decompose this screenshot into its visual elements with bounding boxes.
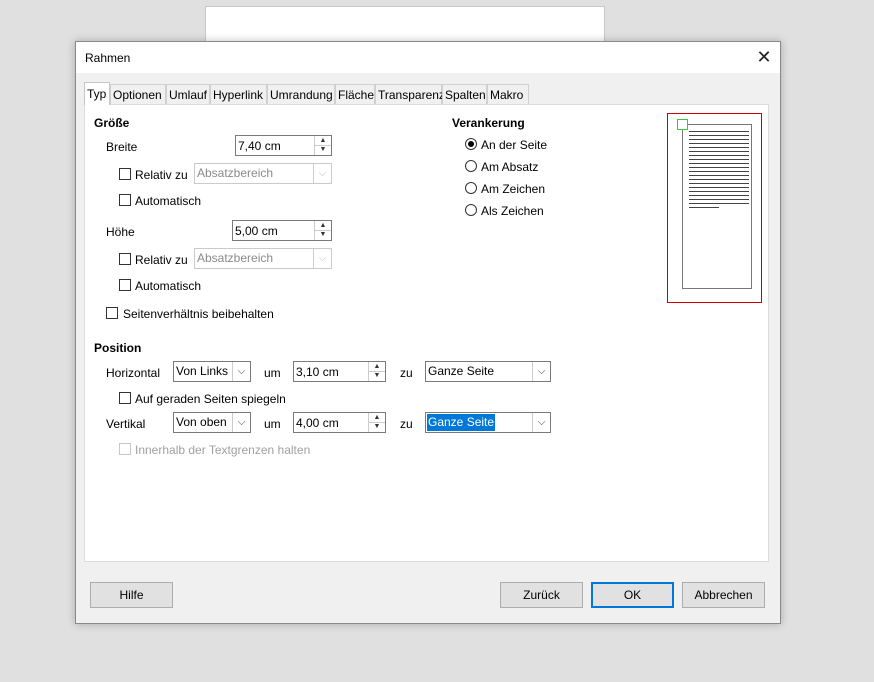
mirror-label: Auf geraden Seiten spiegeln	[135, 392, 286, 406]
dialog-title: Rahmen	[85, 51, 131, 65]
tab-optionen[interactable]: Optionen	[110, 84, 166, 104]
width-relative-label: Relativ zu	[135, 168, 188, 182]
chevron-down-icon: ⌵	[313, 164, 331, 183]
width-relative-select: Absatzbereich ⌵	[194, 163, 332, 184]
title-bar: Rahmen ✕	[76, 42, 780, 73]
horizontal-select[interactable]: Von Links ⌵	[173, 361, 251, 382]
horizontal-to-label: zu	[400, 366, 413, 380]
vertical-down-icon[interactable]: ▼	[369, 422, 385, 431]
horizontal-by-label: um	[264, 366, 281, 380]
horizontal-value: Von Links	[176, 364, 229, 378]
tab-makro[interactable]: Makro	[487, 84, 529, 104]
anchor-paragraph-label: Am Absatz	[481, 160, 539, 174]
follow-text-label: Innerhalb der Textgrenzen halten	[135, 443, 311, 457]
tab-typ[interactable]: Typ	[84, 82, 110, 105]
vertical-to-value: Ganze Seite	[427, 414, 496, 431]
ok-button[interactable]: OK	[591, 582, 674, 608]
anchor-paragraph-radio[interactable]	[465, 160, 477, 172]
horizontal-label: Horizontal	[106, 366, 161, 380]
help-button[interactable]: Hilfe	[90, 582, 173, 608]
vertical-label: Vertikal	[106, 417, 146, 431]
tab-panel-typ: Größe Breite 7,40 cm ▲ ▼ Relativ zu Absat…	[84, 104, 769, 562]
tab-spalten[interactable]: Spalten	[442, 84, 487, 104]
mirror-checkbox[interactable]	[119, 392, 131, 404]
frame-dialog: Rahmen ✕ Typ Optionen Umlauf Hyperlink U…	[75, 41, 781, 624]
horizontal-to-value: Ganze Seite	[428, 364, 495, 378]
tab-flaeche[interactable]: Fläche	[335, 84, 375, 104]
height-relative-label: Relativ zu	[135, 253, 188, 267]
width-down-icon[interactable]: ▼	[315, 145, 331, 154]
horizontal-by-spinbox[interactable]: 3,10 cm ▲ ▼	[293, 361, 386, 382]
anchor-marker-icon	[677, 119, 688, 130]
height-down-icon[interactable]: ▼	[315, 230, 331, 239]
tab-transparenz[interactable]: Transparenz	[375, 84, 445, 104]
tab-umlauf[interactable]: Umlauf	[166, 84, 210, 104]
width-auto-checkbox[interactable]	[119, 194, 131, 206]
vertical-by-value: 4,00 cm	[296, 416, 339, 430]
width-relative-checkbox[interactable]	[119, 168, 131, 180]
follow-text-checkbox	[119, 443, 131, 455]
vertical-to-select[interactable]: Ganze Seite ⌵	[425, 412, 551, 433]
size-section-title: Größe	[94, 116, 130, 130]
close-icon[interactable]: ✕	[748, 42, 780, 73]
chevron-down-icon[interactable]: ⌵	[232, 413, 250, 432]
chevron-down-icon: ⌵	[313, 249, 331, 268]
height-relative-select: Absatzbereich ⌵	[194, 248, 332, 269]
height-value: 5,00 cm	[235, 224, 278, 238]
anchor-char-radio[interactable]	[465, 182, 477, 194]
tab-hyperlink[interactable]: Hyperlink	[210, 84, 267, 104]
anchor-page-label: An der Seite	[481, 138, 548, 152]
keep-ratio-label: Seitenverhältnis beibehalten	[123, 307, 274, 321]
width-label: Breite	[106, 140, 138, 154]
anchor-section-title: Verankerung	[452, 116, 525, 130]
preview-page	[677, 119, 752, 289]
chevron-down-icon[interactable]: ⌵	[232, 362, 250, 381]
anchor-as-char-radio[interactable]	[465, 204, 477, 216]
chevron-down-icon[interactable]: ⌵	[532, 413, 550, 432]
height-auto-label: Automatisch	[135, 279, 202, 293]
height-auto-checkbox[interactable]	[119, 279, 131, 291]
width-relative-value: Absatzbereich	[197, 166, 274, 180]
reset-button[interactable]: Zurück	[500, 582, 583, 608]
frame-preview	[667, 113, 762, 303]
height-relative-value: Absatzbereich	[197, 251, 274, 265]
vertical-value: Von oben	[176, 415, 227, 429]
position-section-title: Position	[94, 341, 142, 355]
horizontal-by-value: 3,10 cm	[296, 365, 339, 379]
width-spinbox[interactable]: 7,40 cm ▲ ▼	[235, 135, 332, 156]
height-spinbox[interactable]: 5,00 cm ▲ ▼	[232, 220, 332, 241]
horizontal-down-icon[interactable]: ▼	[369, 371, 385, 380]
width-value: 7,40 cm	[238, 139, 281, 153]
cancel-button[interactable]: Abbrechen	[682, 582, 765, 608]
anchor-page-radio[interactable]	[465, 138, 477, 150]
anchor-char-label: Am Zeichen	[481, 182, 546, 196]
horizontal-to-select[interactable]: Ganze Seite ⌵	[425, 361, 551, 382]
height-relative-checkbox[interactable]	[119, 253, 131, 265]
vertical-select[interactable]: Von oben ⌵	[173, 412, 251, 433]
height-label: Höhe	[106, 225, 135, 239]
vertical-by-spinbox[interactable]: 4,00 cm ▲ ▼	[293, 412, 386, 433]
width-auto-label: Automatisch	[135, 194, 202, 208]
chevron-down-icon[interactable]: ⌵	[532, 362, 550, 381]
vertical-to-label: zu	[400, 417, 413, 431]
vertical-by-label: um	[264, 417, 281, 431]
tab-umrandung[interactable]: Umrandung	[267, 84, 335, 104]
keep-ratio-checkbox[interactable]	[106, 307, 118, 319]
anchor-as-char-label: Als Zeichen	[481, 204, 544, 218]
